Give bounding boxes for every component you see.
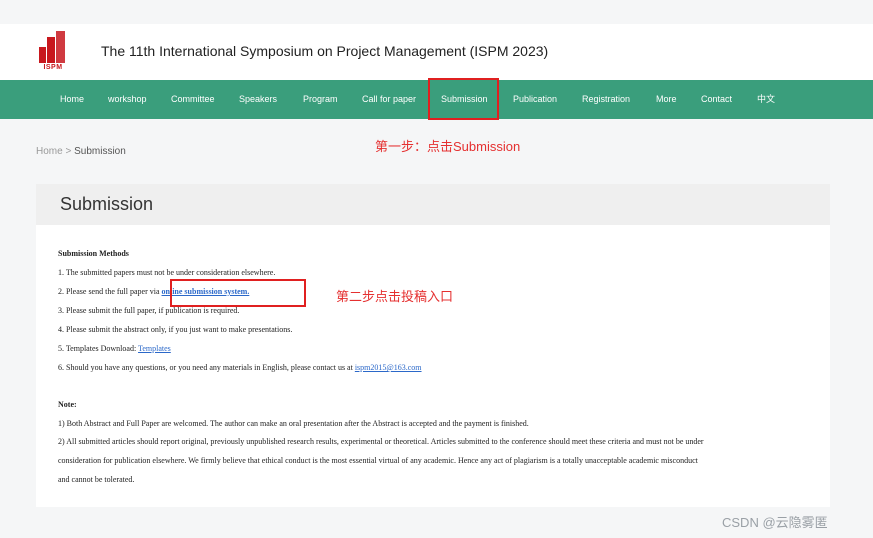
- nav-more[interactable]: More: [656, 80, 677, 119]
- logo-building-icon: [39, 31, 67, 63]
- contact-email-link[interactable]: ispm2015@163.com: [355, 363, 422, 372]
- method-item-5-text: 5. Templates Download:: [58, 344, 139, 353]
- site-header: ISPM The 11th International Symposium on…: [0, 24, 873, 80]
- step1-annotation: 第一步：点击Submission: [375, 139, 521, 154]
- csdn-watermark: CSDN @云隐雾匿: [722, 515, 828, 530]
- breadcrumb-current: Submission: [74, 146, 126, 157]
- nav-committee[interactable]: Committee: [171, 80, 215, 119]
- templates-link[interactable]: Templates: [138, 344, 171, 353]
- note-line-1: 1) Both Abstract and Full Paper are welc…: [58, 419, 529, 428]
- nav-publication[interactable]: Publication: [513, 80, 557, 119]
- note-heading: Note:: [58, 400, 77, 409]
- method-item-2-text: 2. Please send the full paper via: [58, 287, 162, 296]
- nav-home[interactable]: Home: [60, 80, 84, 119]
- method-item-1: 1. The submitted papers must not be unde…: [58, 268, 276, 277]
- page-title: Submission: [60, 194, 154, 214]
- nav-contact[interactable]: Contact: [701, 80, 732, 119]
- nav-registration[interactable]: Registration: [582, 80, 630, 119]
- nav-call-for-paper[interactable]: Call for paper: [362, 80, 416, 119]
- note-line-2-cont: consideration for publication elsewhere.…: [58, 456, 698, 465]
- breadcrumb: Home > Submission: [36, 146, 126, 157]
- breadcrumb-separator: >: [65, 146, 72, 157]
- page-title-bar: Submission: [36, 184, 830, 225]
- site-title: The 11th International Symposium on Proj…: [101, 43, 549, 59]
- ispm-logo[interactable]: ISPM: [36, 31, 70, 75]
- logo-text: ISPM: [43, 64, 63, 71]
- nav-speakers[interactable]: Speakers: [239, 80, 277, 119]
- nav-workshop[interactable]: workshop: [108, 80, 147, 119]
- submission-content: Submission Methods 1. The submitted pape…: [36, 225, 830, 507]
- step2-annotation: 第二步点击投稿入口: [336, 289, 454, 304]
- method-item-3: 3. Please submit the full paper, if publ…: [58, 306, 240, 315]
- submission-link-highlight-box: [170, 279, 306, 307]
- method-item-6-text: 6. Should you have any questions, or you…: [58, 363, 355, 372]
- note-line-2-end: and cannot be tolerated.: [58, 475, 135, 484]
- method-item-4: 4. Please submit the abstract only, if y…: [58, 325, 293, 334]
- nav-program[interactable]: Program: [303, 80, 338, 119]
- method-item-6: 6. Should you have any questions, or you…: [58, 363, 422, 372]
- submission-highlight-box: [428, 78, 499, 120]
- methods-heading: Submission Methods: [58, 249, 129, 258]
- method-item-5: 5. Templates Download: Templates: [58, 344, 171, 353]
- breadcrumb-home[interactable]: Home: [36, 146, 63, 157]
- nav-chinese[interactable]: 中文: [757, 80, 775, 119]
- note-line-2: 2) All submitted articles should report …: [58, 437, 704, 446]
